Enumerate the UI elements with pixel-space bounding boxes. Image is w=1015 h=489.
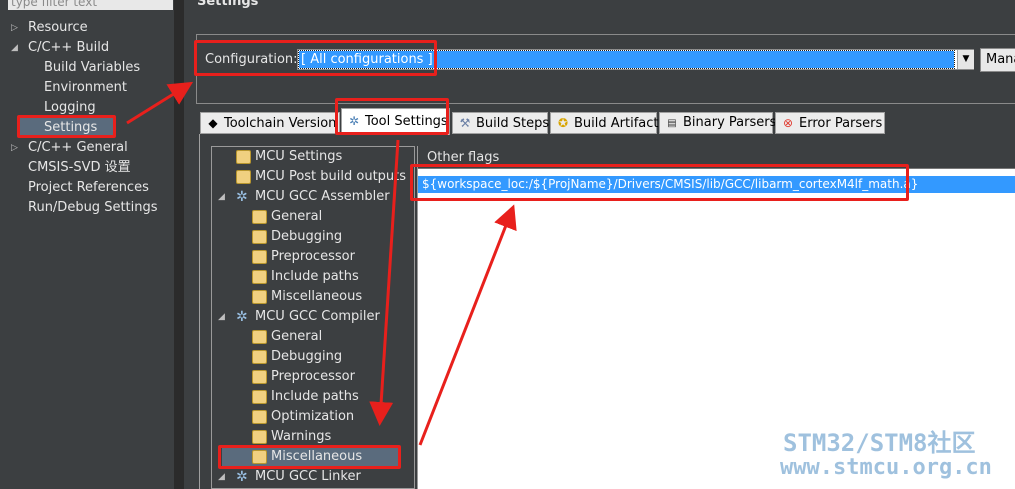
watermark-line2: www.stmcu.org.cn [780, 455, 992, 480]
watermark-line1: STM32/STM8社区 [783, 429, 976, 457]
arrow-settings-to-configuration [126, 81, 194, 125]
arrow-tool-settings-to-miscellaneous [369, 139, 400, 426]
annotation-arrows [126, 81, 517, 446]
arrow-miscellaneous-to-other-flags [418, 204, 517, 446]
